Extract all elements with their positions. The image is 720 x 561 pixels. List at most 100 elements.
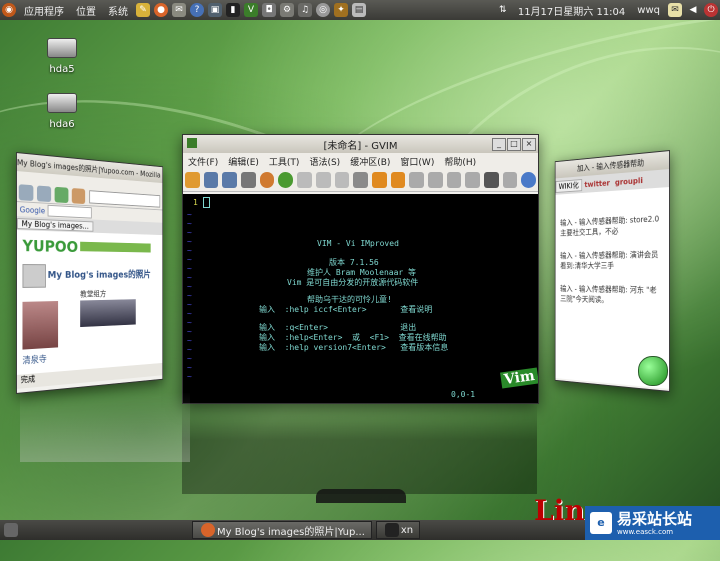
- copy-icon[interactable]: [315, 172, 331, 188]
- clock[interactable]: 11月17日星期六 11:04: [512, 3, 631, 18]
- firefox-reflection: [20, 392, 190, 462]
- text-cursor: [203, 197, 210, 208]
- user-name[interactable]: wwq: [631, 5, 666, 16]
- menu-help[interactable]: 帮助(H): [439, 155, 481, 168]
- redo-icon[interactable]: [278, 172, 294, 188]
- menu-tools[interactable]: 工具(T): [264, 155, 305, 168]
- mail-notify-icon[interactable]: ✉: [668, 3, 682, 17]
- help-icon[interactable]: ?: [190, 3, 204, 17]
- close-button[interactable]: ×: [522, 138, 536, 151]
- reload-icon[interactable]: [54, 186, 69, 204]
- edit-icon[interactable]: ✎: [136, 3, 150, 17]
- load-session-icon[interactable]: [409, 172, 424, 188]
- menu-places[interactable]: 位置: [70, 3, 102, 18]
- media-icon[interactable]: ♫: [298, 3, 312, 17]
- paste-icon[interactable]: [334, 172, 350, 188]
- desktop-icon-hda6[interactable]: hda6: [32, 93, 92, 130]
- photo-thumb[interactable]: [80, 299, 136, 328]
- search-engine-label[interactable]: Google: [17, 205, 48, 215]
- find-next-icon[interactable]: [371, 172, 387, 188]
- open-icon[interactable]: [185, 172, 200, 188]
- shell-icon[interactable]: [484, 172, 499, 188]
- back-icon[interactable]: [18, 184, 34, 202]
- menu-file[interactable]: 文件(F): [183, 155, 223, 168]
- menu-buffers[interactable]: 缓冲区(B): [345, 155, 395, 168]
- menu-edit[interactable]: 编辑(E): [223, 155, 264, 168]
- tab-wiki[interactable]: WIKI化: [555, 178, 583, 193]
- window-title: 加入 - 输入传感器帮助: [576, 157, 645, 173]
- gvim-window[interactable]: [未命名] - GVIM _ □ × 文件(F) 编辑(E) 工具(T) 语法(…: [182, 134, 539, 404]
- vim-text-area[interactable]: 1 ~ ~ ~ ~ ~ ~ ~ ~ ~ ~ ~ ~ ~ ~ ~ ~ ~ ~ ~ VIM - Vi IMproved …: [183, 194, 538, 403]
- firefox-icon[interactable]: ●: [154, 3, 168, 17]
- volume-icon[interactable]: ◀: [686, 3, 700, 17]
- tab-twitter[interactable]: twitter: [582, 178, 612, 189]
- desktop-icon-hda5[interactable]: hda5: [32, 38, 92, 75]
- image-viewer-icon[interactable]: ▣: [208, 3, 222, 17]
- menu-window[interactable]: 窗口(W): [395, 155, 439, 168]
- nav-strip: [80, 241, 151, 253]
- menu-syntax[interactable]: 语法(S): [304, 155, 345, 168]
- tab-blog[interactable]: My Blog's images...: [16, 217, 93, 232]
- firefox-window[interactable]: My Blog's images的照片|Yupoo.com - Mozilla …: [16, 152, 164, 394]
- print-icon[interactable]: [241, 172, 256, 188]
- forward-icon[interactable]: [36, 185, 52, 203]
- tab-groupli[interactable]: groupli: [612, 175, 645, 187]
- cut-icon[interactable]: [297, 172, 312, 188]
- save-all-icon[interactable]: [222, 172, 238, 188]
- make-icon[interactable]: [465, 172, 480, 188]
- hard-drive-icon: [47, 93, 77, 113]
- settings-icon[interactable]: ⚙: [280, 3, 294, 17]
- minimize-button[interactable]: _: [492, 138, 506, 151]
- search-input[interactable]: [47, 204, 92, 219]
- photo-caption[interactable]: 清泉寺: [22, 352, 46, 367]
- address-bar[interactable]: [89, 190, 161, 208]
- yupoo-logo[interactable]: YUPOO: [22, 236, 78, 256]
- help-icon[interactable]: [521, 172, 537, 188]
- hard-drive-icon: [47, 38, 77, 58]
- vim-intro-line: Vim 是可自由分发的开放源代码软件: [287, 278, 419, 287]
- find-replace-icon[interactable]: [353, 172, 368, 188]
- photo-thumb[interactable]: [22, 301, 59, 350]
- gvim-icon: [187, 138, 197, 148]
- gvim-icon[interactable]: V: [244, 3, 258, 17]
- menu-system[interactable]: 系统: [102, 3, 134, 18]
- cd-icon[interactable]: ◎: [316, 3, 330, 17]
- top-panel: ◉ 应用程序 位置 系统 ✎ ● ✉ ? ▣ ▮ V ◘ ⚙ ♫ ◎ ✦ ▤ ⇅…: [0, 0, 720, 20]
- content-line: 输入 - 输入传感器帮助: 演讲会员看到:清华大学三手: [560, 250, 659, 271]
- undo-icon[interactable]: [259, 172, 275, 188]
- menu-applications[interactable]: 应用程序: [18, 3, 70, 18]
- home-icon[interactable]: [71, 188, 86, 205]
- tool-icon[interactable]: ✦: [334, 3, 348, 17]
- gvim-toolbar: [183, 169, 538, 192]
- dock-bar: [316, 489, 406, 503]
- gvim-titlebar[interactable]: [未命名] - GVIM _ □ ×: [183, 135, 538, 153]
- page-content: YUPOO My Blog's images的照片 教堂组方 清泉寺: [16, 230, 163, 375]
- taskbar-item-firefox[interactable]: My Blog's images的照片|Yup...: [192, 521, 372, 539]
- camera-icon[interactable]: ◘: [262, 3, 276, 17]
- brand-watermark: e 易采站长站 www.easck.com: [585, 506, 720, 540]
- tilde-column: ~ ~ ~ ~ ~ ~ ~ ~ ~ ~ ~ ~ ~ ~ ~ ~ ~ ~ ~: [187, 210, 192, 381]
- show-desktop-icon[interactable]: [4, 523, 18, 537]
- window-title: [未命名] - GVIM: [323, 140, 398, 152]
- terminal-icon[interactable]: ▮: [226, 3, 240, 17]
- maximize-button[interactable]: □: [507, 138, 521, 151]
- green-circle-icon[interactable]: [638, 356, 668, 386]
- taskbar-item-terminal[interactable]: xn: [375, 521, 421, 539]
- tags-icon[interactable]: [502, 172, 518, 188]
- save-icon[interactable]: [203, 172, 219, 188]
- brand-name: 易采站长站: [617, 509, 693, 528]
- network-icon[interactable]: ⇅: [496, 3, 510, 17]
- cursor-position: 0,0-1: [451, 390, 476, 399]
- power-icon[interactable]: ⏻: [704, 3, 718, 17]
- ubuntu-logo-icon[interactable]: ◉: [2, 3, 16, 17]
- album-title[interactable]: 教堂组方: [80, 289, 106, 300]
- content-line: 输入 - 输入传感器帮助: store2.0 主要社交工具，不必: [560, 214, 660, 238]
- save-session-icon[interactable]: [427, 172, 443, 188]
- avatar[interactable]: [22, 264, 46, 288]
- taskbar-label: My Blog's images的照片|Yup...: [217, 526, 365, 538]
- document-icon[interactable]: ▤: [352, 3, 366, 17]
- mail-icon[interactable]: ✉: [172, 3, 186, 17]
- run-script-icon[interactable]: [446, 172, 462, 188]
- vim-intro-line: VIM - Vi IMproved: [317, 239, 399, 248]
- find-prev-icon[interactable]: [390, 172, 406, 188]
